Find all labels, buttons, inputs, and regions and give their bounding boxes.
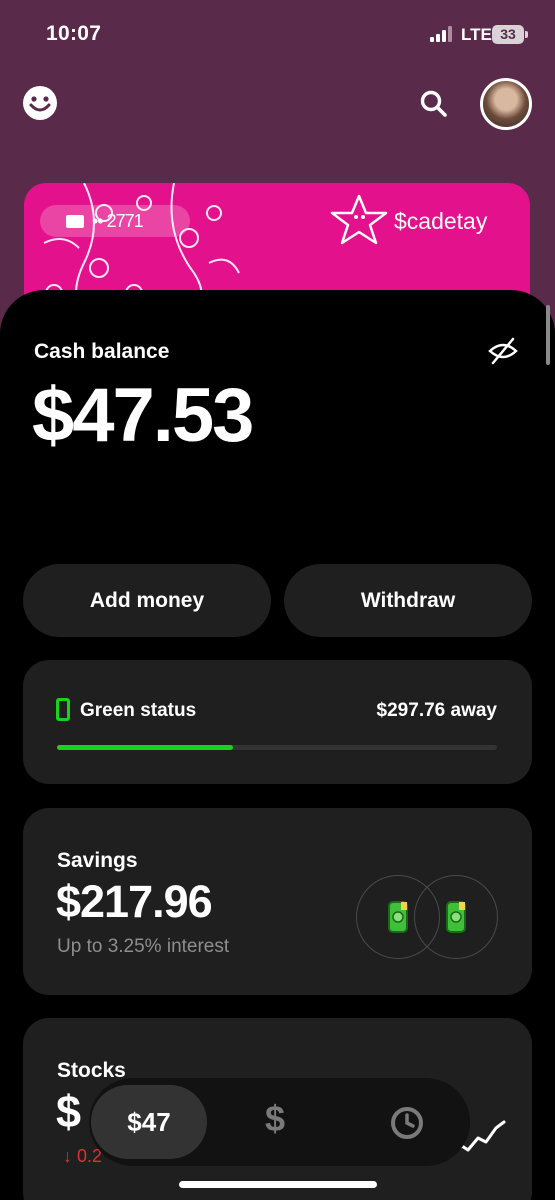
eye-off-icon[interactable]: [487, 335, 519, 367]
stocks-label: Stocks: [57, 1059, 126, 1082]
savings-panel[interactable]: Savings $217.96 Up to 3.25% interest: [23, 808, 532, 995]
signal-icon: [430, 26, 455, 42]
stocks-change: ↓ 0.2: [63, 1146, 103, 1166]
green-status-panel[interactable]: Green status $297.76 away: [23, 660, 532, 784]
green-status-icon: [56, 698, 70, 721]
home-indicator[interactable]: [179, 1181, 377, 1188]
bottom-nav: $47 $: [89, 1078, 470, 1166]
smiley-icon[interactable]: [22, 85, 58, 121]
nav-balance-tab[interactable]: $47: [91, 1085, 207, 1159]
savings-subtitle: Up to 3.25% interest: [57, 936, 230, 957]
green-status-label: Green status: [80, 700, 197, 721]
green-progress-track: [57, 745, 497, 750]
savings-amount: $217.96: [56, 876, 213, 927]
green-progress-fill: [57, 745, 233, 750]
stocks-amount: $: [56, 1086, 82, 1137]
card-last-digits: •• 2771: [92, 210, 144, 231]
nav-money-tab[interactable]: $: [265, 1098, 285, 1140]
scrollbar[interactable]: [546, 305, 550, 365]
card-number-chip: •• 2771: [40, 205, 190, 237]
avatar[interactable]: [480, 78, 532, 130]
status-time: 10:07: [46, 22, 102, 45]
balance-amount: $47.53: [32, 373, 254, 458]
add-money-button[interactable]: Add money: [23, 564, 271, 637]
money-icon: [388, 901, 408, 933]
savings-label: Savings: [57, 849, 138, 872]
balance-label: Cash balance: [34, 340, 170, 363]
card-icon: [66, 214, 84, 228]
network-type: LTE: [461, 25, 492, 44]
star-icon: [330, 194, 388, 245]
green-status-away: $297.76 away: [376, 700, 497, 721]
money-icon: [446, 901, 466, 933]
battery-icon: 33: [492, 25, 528, 44]
savings-goal-circle[interactable]: [414, 875, 498, 959]
clock-icon[interactable]: [390, 1106, 424, 1140]
status-bar: 10:07 LTE 33: [0, 0, 555, 70]
cashtag: $cadetay: [394, 208, 488, 234]
search-icon[interactable]: [419, 89, 449, 119]
withdraw-button[interactable]: Withdraw: [284, 564, 532, 637]
